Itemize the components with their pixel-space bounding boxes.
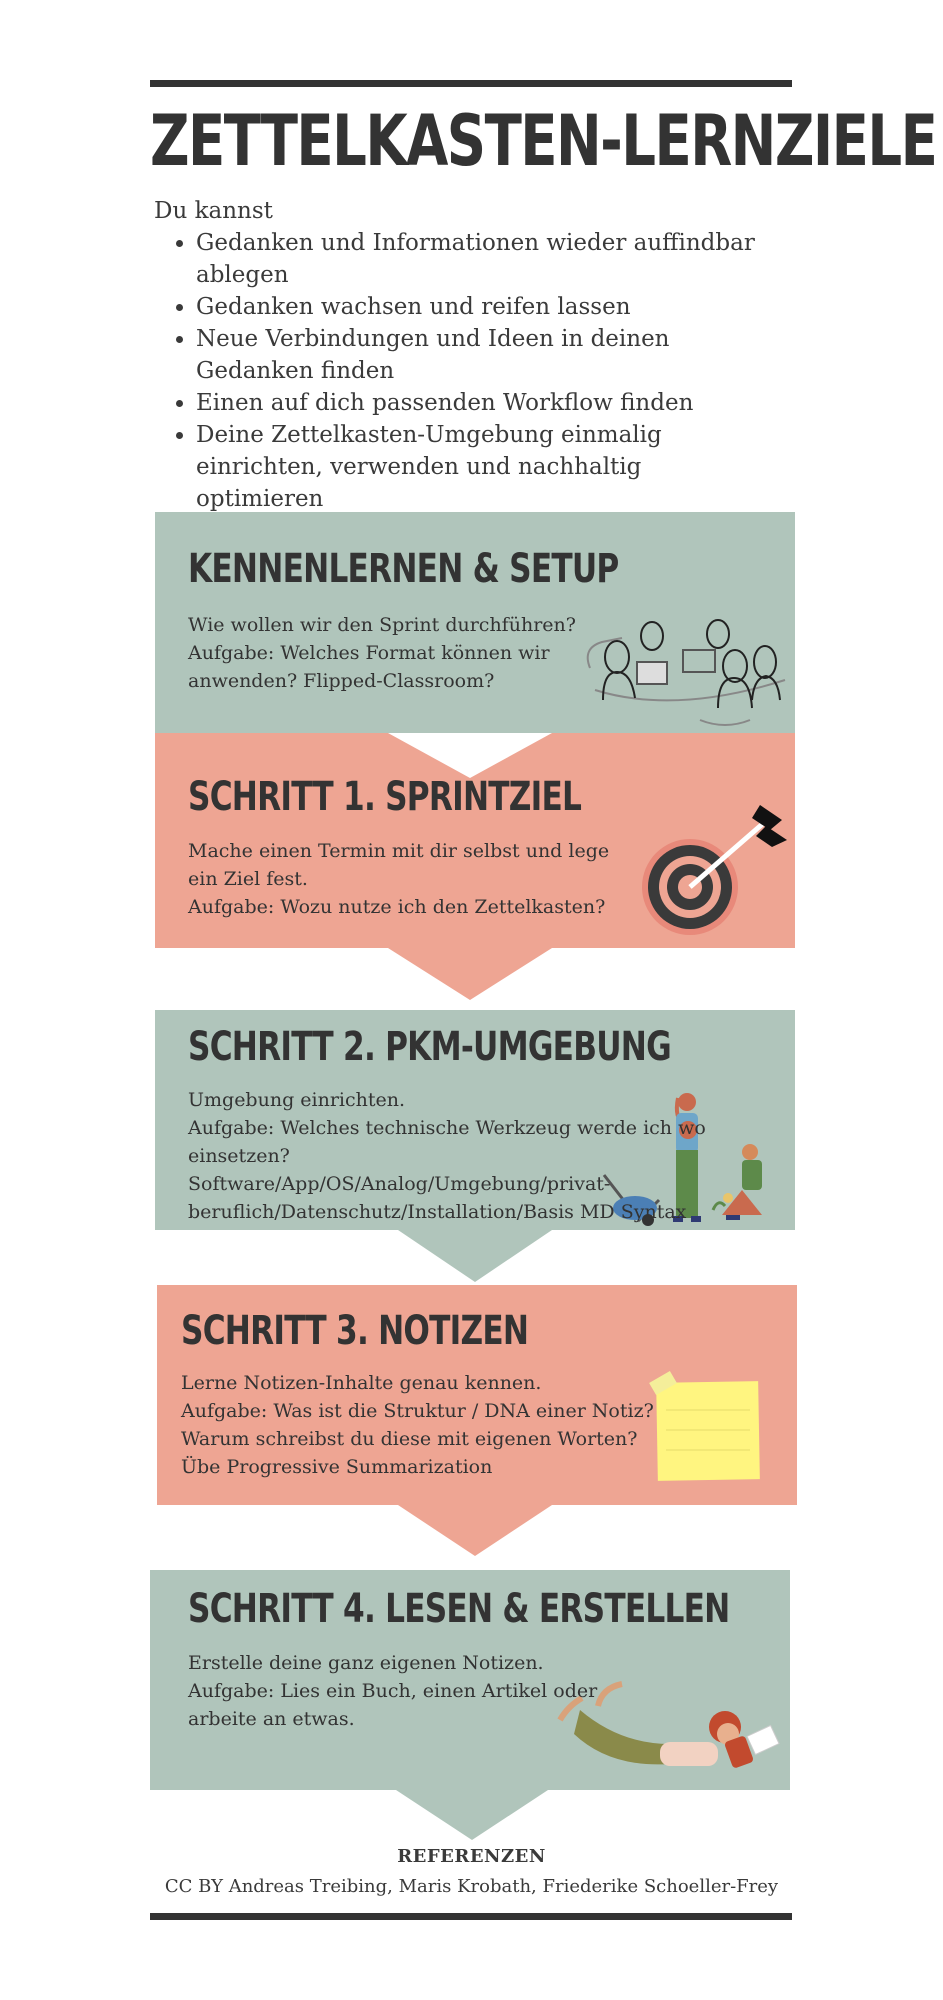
section-line: Aufgabe: Lies ein Buch, einen Artikel od… <box>188 1680 598 1702</box>
section-title-step4: SCHRITT 4. LESEN & ERSTELLEN <box>188 1586 730 1632</box>
section-line: Aufgabe: Welches Format können wir <box>188 642 550 664</box>
section-body-step1: Mache einen Termin mit dir selbst und le… <box>188 837 609 921</box>
section-line: einsetzen? <box>188 1145 290 1167</box>
section-line: Aufgabe: Wozu nutze ich den Zettelkasten… <box>188 896 606 918</box>
section-line: Umgebung einrichten. <box>188 1089 406 1111</box>
section-line: anwenden? Flipped-Classroom? <box>188 670 495 692</box>
section-body-setup: Wie wollen wir den Sprint durchführen? A… <box>188 611 576 695</box>
references-heading: REFERENZEN <box>397 1846 546 1867</box>
section-line: arbeite an etwas. <box>188 1708 355 1730</box>
section-line: Wie wollen wir den Sprint durchführen? <box>188 614 576 636</box>
references-text: CC BY Andreas Treibing, Maris Krobath, F… <box>164 1876 779 1897</box>
section-line: Aufgabe: Was ist die Struktur / DNA eine… <box>181 1400 654 1422</box>
section-line: Erstelle deine ganz eigenen Notizen. <box>188 1652 544 1674</box>
section-line: Software/App/OS/Analog/Umgebung/privat- <box>188 1173 611 1195</box>
section-line: Aufgabe: Welches technische Werkzeug wer… <box>188 1117 706 1139</box>
section-body-step3: Lerne Notizen-Inhalte genau kennen. Aufg… <box>181 1369 654 1481</box>
bottom-divider <box>150 1913 792 1920</box>
section-body-step2: Umgebung einrichten. Aufgabe: Welches te… <box>188 1086 706 1226</box>
section-line: Lerne Notizen-Inhalte genau kennen. <box>181 1372 542 1394</box>
section-line: beruflich/Datenschutz/Installation/Basis… <box>188 1201 687 1223</box>
section-line: ein Ziel fest. <box>188 868 308 890</box>
section-line: Übe Progressive Summarization <box>181 1456 493 1478</box>
section-title-setup: KENNENLERNEN & SETUP <box>188 546 619 592</box>
section-title-step2: SCHRITT 2. PKM-UMGEBUNG <box>188 1024 672 1070</box>
section-title-step3: SCHRITT 3. NOTIZEN <box>181 1308 529 1354</box>
section-line: Warum schreibst du diese mit eigenen Wor… <box>181 1428 638 1450</box>
section-title-step1: SCHRITT 1. SPRINTZIEL <box>188 774 582 820</box>
section-line: Mache einen Termin mit dir selbst und le… <box>188 840 610 862</box>
sticky-note-icon <box>649 1370 760 1481</box>
section-body-step4: Erstelle deine ganz eigenen Notizen. Auf… <box>188 1649 597 1733</box>
